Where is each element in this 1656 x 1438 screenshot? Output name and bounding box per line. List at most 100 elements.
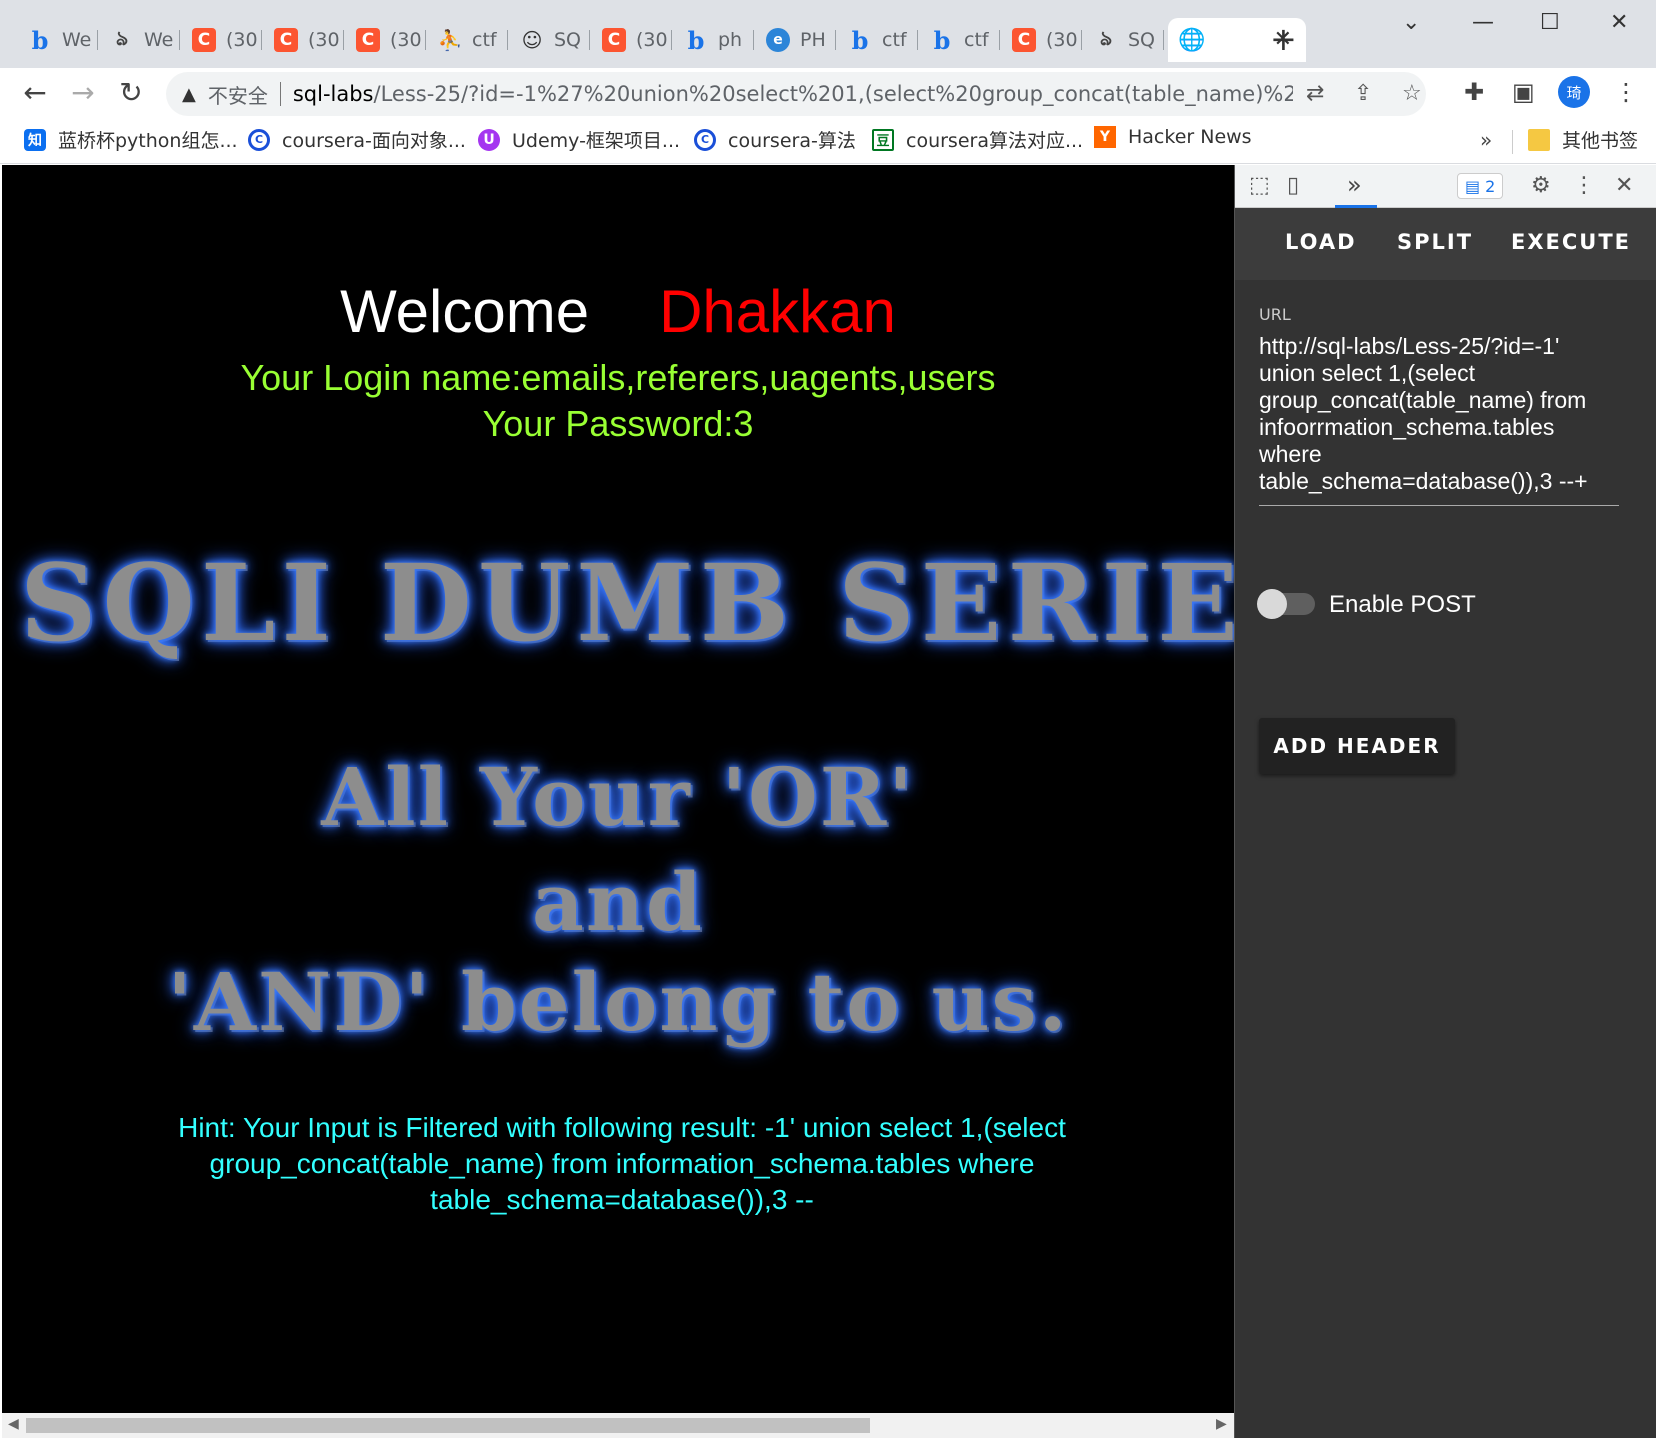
load-button[interactable]: LOAD: [1285, 230, 1357, 254]
url-input[interactable]: http://sql-labs/Less-25/?id=-1' union se…: [1259, 333, 1619, 506]
settings-icon[interactable]: ⚙: [1531, 173, 1551, 198]
extensions-icon[interactable]: ✚: [1464, 78, 1484, 106]
tab[interactable]: b ctf: [836, 18, 918, 62]
issues-badge[interactable]: ▤ 2: [1457, 173, 1504, 199]
tab[interactable]: C (30: [180, 18, 262, 62]
side-panel-icon[interactable]: ▣: [1512, 78, 1535, 106]
tab[interactable]: b ph: [672, 18, 754, 62]
csdn-icon: C: [1012, 28, 1036, 52]
bookmark-item[interactable]: U Udemy-框架项目...: [478, 126, 680, 153]
tab-list: b We ঌ We C (30 C (30 C (30 ⛹ ctf ☺ SQ C (30 b ph e PH b ctf b…: [16, 18, 1164, 62]
add-header-button[interactable]: ADD HEADER: [1259, 718, 1455, 774]
profile-avatar[interactable]: 琦: [1558, 76, 1590, 108]
csdn-icon: C: [356, 28, 380, 52]
enable-post-toggle[interactable]: [1257, 589, 1315, 619]
douban-icon: 豆: [872, 128, 894, 151]
banner-title: SQLI DUMB SERIES: [20, 540, 1234, 665]
folder-icon: [1528, 128, 1550, 151]
address-bar[interactable]: ▲ 不安全 sql-labs/Less-25/?id=-1%27%20union…: [166, 72, 1426, 116]
zhihu-icon: 知: [24, 128, 46, 151]
hackbar-toolbar: LOAD SPLIT EXECUTE: [1235, 208, 1656, 280]
tab[interactable]: C (30: [344, 18, 426, 62]
devtools-menu-icon[interactable]: ⋮: [1573, 173, 1595, 198]
bookmark-label: 其他书签: [1562, 130, 1639, 152]
bing-icon: b: [851, 25, 869, 55]
tab-title: We: [62, 29, 92, 51]
bookmarks-divider: [1512, 130, 1513, 154]
issues-count: 2: [1485, 176, 1496, 196]
bookmark-item[interactable]: Ccoursera-面向对象...: [248, 126, 466, 153]
tab[interactable]: ⛹ ctf: [426, 18, 508, 62]
bing-icon: b: [687, 25, 705, 55]
url-text[interactable]: sql-labs/Less-25/?id=-1%27%20union%20sel…: [293, 82, 1293, 106]
menu-icon[interactable]: ⋮: [1614, 78, 1638, 106]
minimize-button[interactable]: —: [1472, 10, 1494, 35]
inspect-element-icon[interactable]: ⬚: [1249, 173, 1270, 198]
page-content: Welcome Dhakkan Your Login name:emails,re…: [2, 165, 1234, 1413]
welcome-name: Dhakkan: [659, 278, 896, 345]
close-window-button[interactable]: ✕: [1610, 10, 1628, 35]
bookmark-item[interactable]: Ccoursera-算法: [694, 126, 856, 153]
tab[interactable]: C (30: [590, 18, 672, 62]
bookmark-label: coursera-算法: [728, 130, 856, 152]
device-toolbar-icon[interactable]: ▯: [1287, 173, 1299, 198]
tab[interactable]: e PH: [754, 18, 836, 62]
bookmarks-bar: » 其他书签 知蓝桥杯python组怎... Ccoursera-面向对象... U…: [0, 118, 1656, 164]
tab[interactable]: b We: [16, 18, 98, 62]
url-host: sql-labs: [292, 82, 374, 106]
enable-post-label: Enable POST: [1329, 591, 1476, 618]
bookmark-label: 蓝桥杯python组怎...: [58, 130, 238, 152]
tab-title: (30: [308, 29, 340, 51]
tab-title: (30: [390, 29, 422, 51]
devtools-toolbar: ⬚ ▯ » ▤ 2 ⚙ ⋮ ✕: [1235, 165, 1656, 208]
bookmark-item[interactable]: Y Hacker News: [1094, 126, 1252, 148]
translate-icon[interactable]: ⇄: [1306, 81, 1324, 106]
maximize-button[interactable]: ☐: [1540, 10, 1560, 35]
split-button[interactable]: SPLIT: [1397, 230, 1473, 254]
tab[interactable]: ঌ SQ: [1082, 18, 1164, 62]
tab-title: (30: [1046, 29, 1078, 51]
tab-title: ctf: [472, 29, 497, 51]
scroll-right-icon[interactable]: ▶: [1216, 1416, 1227, 1432]
forward-button[interactable]: →: [66, 76, 100, 109]
scroll-left-icon[interactable]: ◀: [8, 1416, 19, 1432]
tab-title: SQ: [554, 29, 582, 51]
bookmark-label: Udemy-框架项目...: [512, 130, 681, 152]
coursera-icon: C: [248, 128, 270, 151]
close-devtools-icon[interactable]: ✕: [1615, 173, 1633, 198]
bookmark-other[interactable]: 其他书签: [1528, 126, 1638, 153]
back-button[interactable]: ←: [18, 76, 52, 109]
tab[interactable]: C (30: [262, 18, 344, 62]
warning-icon[interactable]: ▲: [182, 84, 196, 105]
tab-title: We: [144, 29, 174, 51]
tab-title: (30: [226, 29, 258, 51]
tab-search-icon[interactable]: ⌄: [1402, 10, 1420, 35]
share-icon[interactable]: ⇪: [1354, 81, 1372, 106]
tab[interactable]: ঌ We: [98, 18, 180, 62]
bookmark-item[interactable]: 豆 coursera算法对应...: [872, 126, 1083, 153]
star-icon[interactable]: ☆: [1402, 81, 1422, 106]
tab[interactable]: C (30: [1000, 18, 1082, 62]
phe-icon: e: [766, 28, 790, 52]
bookmarks-overflow-icon[interactable]: »: [1480, 128, 1492, 152]
insecure-label[interactable]: 不安全: [208, 80, 268, 109]
welcome-text: Welcome: [340, 278, 590, 345]
more-tabs-icon[interactable]: »: [1347, 171, 1362, 199]
banner-line-2: and: [532, 855, 704, 949]
csdn-icon: C: [602, 28, 626, 52]
tab-strip: b We ঌ We C (30 C (30 C (30 ⛹ ctf ☺ SQ C (30 b ph e PH b ctf b…: [0, 0, 1656, 68]
tab-title: ctf: [964, 29, 989, 51]
new-tab-button[interactable]: +: [1270, 20, 1297, 58]
horizontal-scrollbar[interactable]: ◀ ▶: [2, 1413, 1234, 1438]
scrollbar-thumb[interactable]: [26, 1418, 870, 1433]
bookmark-item[interactable]: 知蓝桥杯python组怎...: [24, 126, 238, 153]
reload-button[interactable]: ↻: [114, 76, 148, 109]
tab[interactable]: b ctf: [918, 18, 1000, 62]
globe-icon: 🌐: [1178, 27, 1206, 53]
udemy-icon: U: [478, 128, 500, 151]
filter-hint: Hint: Your Input is Filtered with follow…: [178, 1112, 1066, 1215]
coursera-icon: C: [694, 128, 716, 151]
execute-button[interactable]: EXECUTE: [1511, 230, 1631, 254]
tab[interactable]: ☺ SQ: [508, 18, 590, 62]
password-line: Your Password:3: [482, 403, 754, 444]
